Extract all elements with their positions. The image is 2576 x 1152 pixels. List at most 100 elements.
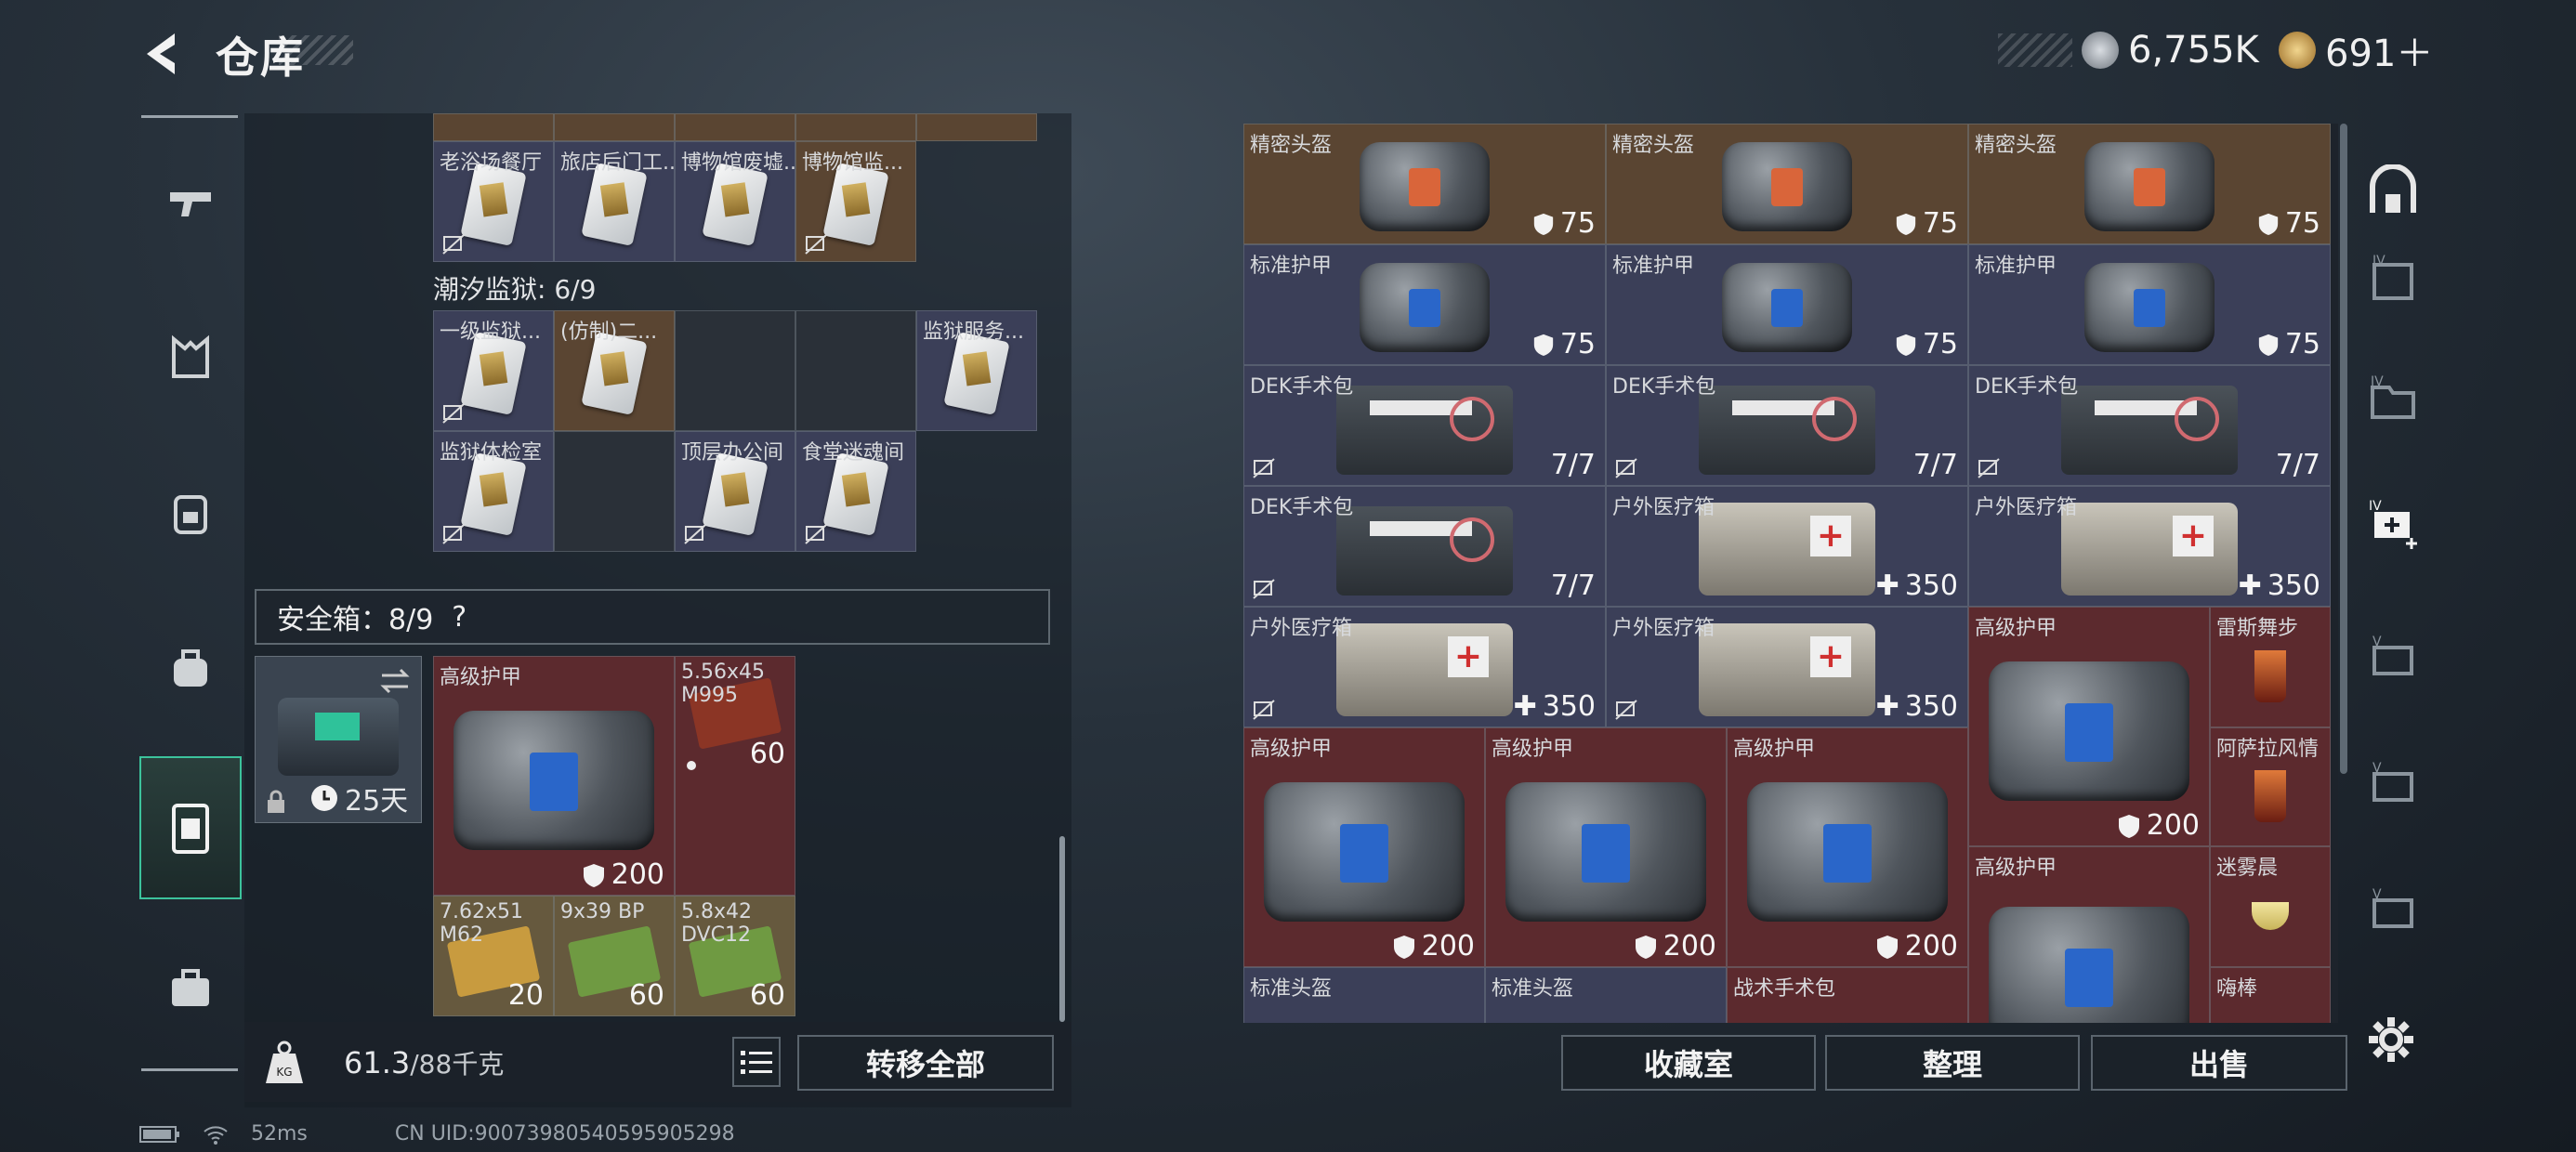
item-label: DEK手术包: [1975, 375, 2079, 399]
ammo-item[interactable]: 9x39 BP 60: [554, 896, 675, 1016]
partial-cell[interactable]: [795, 113, 916, 141]
right-nav-tab-2[interactable]: IV: [2351, 357, 2435, 440]
helmet-item[interactable]: 精密头盔 75: [1968, 124, 2331, 244]
stash-scrollbar[interactable]: [2340, 124, 2347, 774]
medical-box-icon: [1699, 502, 1875, 596]
transfer-all-button[interactable]: 转移全部: [797, 1035, 1054, 1091]
key-card-item[interactable]: 博物馆废墟...: [675, 141, 795, 262]
shield-icon: [1896, 334, 1915, 356]
armor-item[interactable]: 高级护甲: [1968, 846, 2210, 1023]
armor-icon: [1722, 262, 1852, 352]
armor-item[interactable]: 高级护甲 200: [1968, 607, 2210, 846]
durability: 200: [582, 858, 664, 891]
item-label: 阿萨拉风情: [2216, 738, 2320, 761]
no-sell-icon: [805, 234, 827, 255]
help-icon[interactable]: ?: [452, 601, 467, 634]
ammo-count: 20: [507, 979, 544, 1012]
key-card-item[interactable]: 监狱体检室: [433, 431, 554, 552]
right-nav-tab-5[interactable]: V: [2351, 743, 2435, 827]
shield-icon: [2258, 334, 2278, 356]
right-nav-tab-6[interactable]: V: [2351, 870, 2435, 953]
armor-item[interactable]: 标准护甲 75: [1243, 244, 1606, 365]
nav-backpack[interactable]: [139, 461, 242, 563]
armor-item[interactable]: 高级护甲 200: [1485, 727, 1727, 967]
armor-item[interactable]: 高级护甲 200: [1243, 727, 1485, 967]
medical-box-item[interactable]: 户外医疗箱 ✚350: [1606, 607, 1968, 727]
durability: 75: [1532, 207, 1596, 240]
medical-box-item[interactable]: 户外医疗箱 ✚350: [1243, 607, 1606, 727]
list-view-button[interactable]: [732, 1037, 781, 1087]
partial-cell[interactable]: [675, 113, 795, 141]
scrollbar[interactable]: [1059, 836, 1065, 1022]
armor-icon: [1264, 782, 1465, 923]
currency-tokens[interactable]: 691＋: [2279, 24, 2433, 76]
armor-item[interactable]: 高级护甲 200: [433, 656, 675, 896]
medical-box-item[interactable]: 户外医疗箱 ✚350: [1606, 486, 1968, 607]
right-nav-tab-3[interactable]: IV: [2351, 483, 2435, 567]
medkit-item[interactable]: DEK手术包 7/7: [1243, 486, 1606, 607]
ammo-item[interactable]: 5.8x42 DVC12 60: [675, 896, 795, 1016]
item-label: 高级护甲: [1250, 738, 1333, 761]
armor-item[interactable]: 标准护甲 75: [1606, 244, 1968, 365]
drink-item[interactable]: 迷雾晨: [2210, 846, 2331, 967]
key-card-item[interactable]: 博物馆监...: [795, 141, 916, 262]
collection-room-button[interactable]: 收藏室: [1561, 1035, 1816, 1091]
right-nav-tab-4[interactable]: V: [2351, 617, 2435, 700]
key-card-item[interactable]: 顶层办公间: [675, 431, 795, 552]
key-card-item[interactable]: 一级监狱...: [433, 310, 554, 431]
drink-item[interactable]: 嗨棒: [2210, 967, 2331, 1023]
partial-cell[interactable]: [433, 113, 554, 141]
item-label: 雷斯舞步: [2216, 617, 2299, 640]
medkit-item[interactable]: DEK手术包 7/7: [1606, 365, 1968, 486]
ammo-item[interactable]: 7.62x51 M62 20: [433, 896, 554, 1016]
nav-case[interactable]: [139, 756, 242, 899]
right-nav-tab-1[interactable]: IV: [2351, 238, 2435, 321]
helmet-icon: [2084, 141, 2215, 231]
medkit-item[interactable]: 战术手术包: [1727, 967, 1968, 1023]
partial-cell[interactable]: [916, 113, 1037, 141]
armor-item[interactable]: 标准护甲 75: [1968, 244, 2331, 365]
nav-gun[interactable]: [139, 151, 242, 253]
key-card-item[interactable]: 旅店后门工...: [554, 141, 675, 262]
currency-coins[interactable]: 6,755K: [2082, 24, 2259, 76]
svg-text:V: V: [2372, 761, 2382, 776]
medical-box-item[interactable]: 户外医疗箱 ✚350: [1968, 486, 2331, 607]
organize-button[interactable]: 整理: [1825, 1035, 2080, 1091]
weight-value: 61.3/88千克: [344, 1044, 504, 1081]
helmet-item[interactable]: 精密头盔 75: [1243, 124, 1606, 244]
armor-item[interactable]: 高级护甲 200: [1727, 727, 1968, 967]
nav-bag[interactable]: [139, 617, 242, 719]
drink-item[interactable]: 阿萨拉风情: [2210, 727, 2331, 846]
helmet-item[interactable]: 标准头盔: [1243, 967, 1485, 1023]
helmet-item[interactable]: 标准头盔: [1485, 967, 1727, 1023]
no-sell-icon: [1978, 458, 2000, 478]
helmet-item[interactable]: 精密头盔 75: [1606, 124, 1968, 244]
drink-item[interactable]: 雷斯舞步: [2210, 607, 2331, 727]
key-card-item[interactable]: 老浴场餐厅: [433, 141, 554, 262]
safe-case-container[interactable]: 25天: [255, 656, 422, 823]
medkit-item[interactable]: DEK手术包 7/7: [1968, 365, 2331, 486]
swap-icon[interactable]: [378, 664, 412, 698]
empty-slot[interactable]: [795, 310, 916, 431]
ammo-item[interactable]: 5.56x45 M995 60: [675, 656, 795, 896]
nav-vest[interactable]: [139, 307, 242, 409]
key-card-item[interactable]: (仿制)二...: [554, 310, 675, 431]
back-arrow-icon[interactable]: [138, 28, 190, 80]
medkit-item[interactable]: DEK手术包 7/7: [1243, 365, 1606, 486]
settings-button[interactable]: [2349, 998, 2433, 1081]
key-card-item[interactable]: 监狱服务...: [916, 310, 1037, 431]
empty-slot[interactable]: [554, 431, 675, 552]
durability: 75: [1895, 328, 1958, 360]
key-card-item[interactable]: 食堂迷魂间: [795, 431, 916, 552]
item-label: 标准头盔: [1250, 977, 1333, 1001]
empty-slot[interactable]: [675, 310, 795, 431]
shield-icon: [583, 863, 604, 887]
nav-toolbox[interactable]: [139, 936, 242, 1039]
sell-button[interactable]: 出售: [2091, 1035, 2347, 1091]
right-nav-home[interactable]: [2351, 151, 2435, 234]
heal-amount: ✚ 350: [1875, 569, 1958, 602]
clock-icon: [311, 785, 337, 811]
partial-cell[interactable]: [554, 113, 675, 141]
armor-icon: [1360, 262, 1490, 352]
weight-icon: KG: [262, 1039, 307, 1087]
